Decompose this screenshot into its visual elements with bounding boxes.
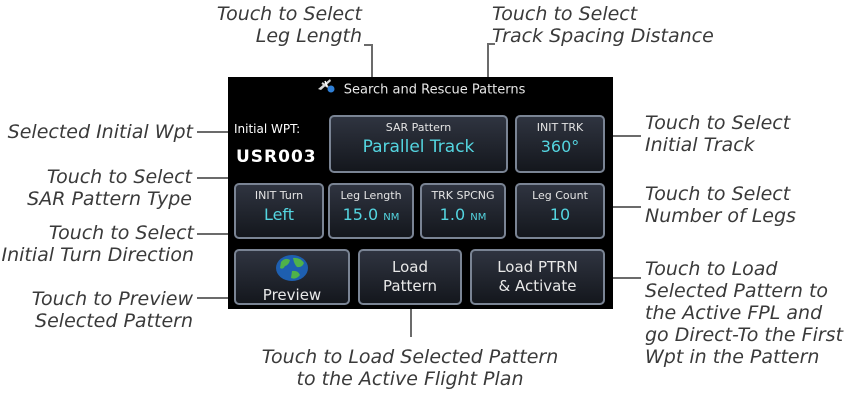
callout-line: Touch to Load bbox=[645, 258, 778, 280]
callout-line: Track Spacing Distance bbox=[492, 25, 714, 47]
load-activate-line-1: Load PTRN bbox=[497, 258, 578, 276]
globe-icon bbox=[236, 254, 348, 286]
initial-wpt-value: USR003 bbox=[236, 147, 317, 167]
leg-length-unit: NM bbox=[383, 212, 400, 223]
leg-length-value: 15.0 bbox=[342, 205, 379, 224]
callout-line: Selected Pattern to bbox=[645, 280, 829, 302]
leg-length-value-wrap: 15.0 NM bbox=[330, 205, 412, 228]
load-activate-line-2: & Activate bbox=[498, 277, 577, 295]
load-pattern-button[interactable]: Load Pattern bbox=[358, 249, 462, 305]
callout-num-legs: Touch to Select Number of Legs bbox=[645, 183, 845, 227]
search-rescue-icon bbox=[316, 77, 336, 103]
callout-line: Touch to Select bbox=[48, 222, 194, 244]
sar-pattern-button[interactable]: SAR Pattern Parallel Track bbox=[329, 115, 508, 173]
leg-count-value: 10 bbox=[549, 205, 571, 224]
screen-title: Search and Rescue Patterns bbox=[343, 82, 526, 98]
callout-turn-direction: Touch to Select Initial Turn Direction bbox=[0, 222, 195, 266]
trk-spcng-label: TRK SPCNG bbox=[431, 189, 495, 202]
callout-line: Initial Track bbox=[645, 134, 755, 156]
callout-line: Touch to Select bbox=[492, 3, 638, 25]
callout-line: Touch to Select bbox=[645, 183, 791, 205]
trk-spcng-value-wrap: 1.0 NM bbox=[422, 205, 504, 228]
callout-line: Touch to Select bbox=[216, 3, 362, 25]
screen-title-bar: Search and Rescue Patterns bbox=[228, 77, 613, 103]
load-activate-button[interactable]: Load PTRN & Activate bbox=[470, 249, 605, 305]
callout-line: Touch to Select bbox=[645, 112, 791, 134]
leader-load-pattern bbox=[410, 305, 412, 337]
callout-leg-length: Touch to Select Leg Length bbox=[192, 3, 362, 47]
callout-initial-wpt: Selected Initial Wpt bbox=[0, 121, 193, 143]
preview-label: Preview bbox=[262, 286, 322, 304]
callout-load-activate: Touch to Load Selected Pattern to the Ac… bbox=[645, 258, 850, 368]
callout-line: Initial Turn Direction bbox=[1, 244, 195, 266]
callout-preview: Touch to Preview Selected Pattern bbox=[0, 288, 193, 332]
init-turn-label: INIT Turn bbox=[254, 189, 304, 202]
callout-line: Touch to Load Selected Pattern bbox=[261, 346, 559, 368]
init-turn-value: Left bbox=[263, 205, 295, 224]
trk-spcng-value: 1.0 bbox=[439, 205, 466, 224]
leg-count-label: Leg Count bbox=[532, 189, 588, 202]
load-pattern-line-1: Load bbox=[392, 258, 428, 276]
init-trk-value: 360° bbox=[540, 137, 580, 156]
load-pattern-line-2: Pattern bbox=[383, 277, 437, 295]
preview-button[interactable]: Preview bbox=[234, 249, 350, 305]
initial-wpt-label: Initial WPT: bbox=[234, 122, 301, 136]
callout-line: SAR Pattern Type bbox=[27, 188, 192, 210]
trk-spcng-unit: NM bbox=[470, 212, 487, 223]
callout-line: go Direct-To the First bbox=[645, 324, 844, 346]
init-trk-button[interactable]: INIT TRK 360° bbox=[515, 115, 605, 173]
callout-line: to the Active Flight Plan bbox=[296, 368, 524, 390]
trk-spcng-button[interactable]: TRK SPCNG 1.0 NM bbox=[420, 183, 506, 239]
init-trk-label: INIT TRK bbox=[536, 121, 584, 134]
callout-pattern-type: Touch to Select SAR Pattern Type bbox=[0, 166, 192, 210]
callout-line: the Active FPL and bbox=[645, 302, 823, 324]
callout-load-pattern: Touch to Load Selected Pattern to the Ac… bbox=[245, 346, 575, 390]
leg-length-label: Leg Length bbox=[340, 189, 402, 202]
init-turn-button[interactable]: INIT Turn Left bbox=[234, 183, 324, 239]
callout-line: Wpt in the Pattern bbox=[645, 346, 820, 368]
sar-pattern-label: SAR Pattern bbox=[385, 121, 452, 134]
callout-line: Selected Initial Wpt bbox=[7, 121, 193, 143]
sar-screen: Search and Rescue Patterns Initial WPT: … bbox=[228, 77, 613, 309]
callout-line: Selected Pattern bbox=[35, 310, 193, 332]
leg-count-button[interactable]: Leg Count 10 bbox=[515, 183, 605, 239]
callout-track-spacing: Touch to Select Track Spacing Distance bbox=[492, 3, 752, 47]
callout-line: Touch to Select bbox=[46, 166, 192, 188]
sar-pattern-value: Parallel Track bbox=[362, 137, 475, 157]
leg-length-button[interactable]: Leg Length 15.0 NM bbox=[328, 183, 414, 239]
callout-initial-track: Touch to Select Initial Track bbox=[645, 112, 845, 156]
callout-line: Touch to Preview bbox=[31, 288, 193, 310]
callout-line: Leg Length bbox=[255, 25, 362, 47]
callout-line: Number of Legs bbox=[645, 205, 796, 227]
